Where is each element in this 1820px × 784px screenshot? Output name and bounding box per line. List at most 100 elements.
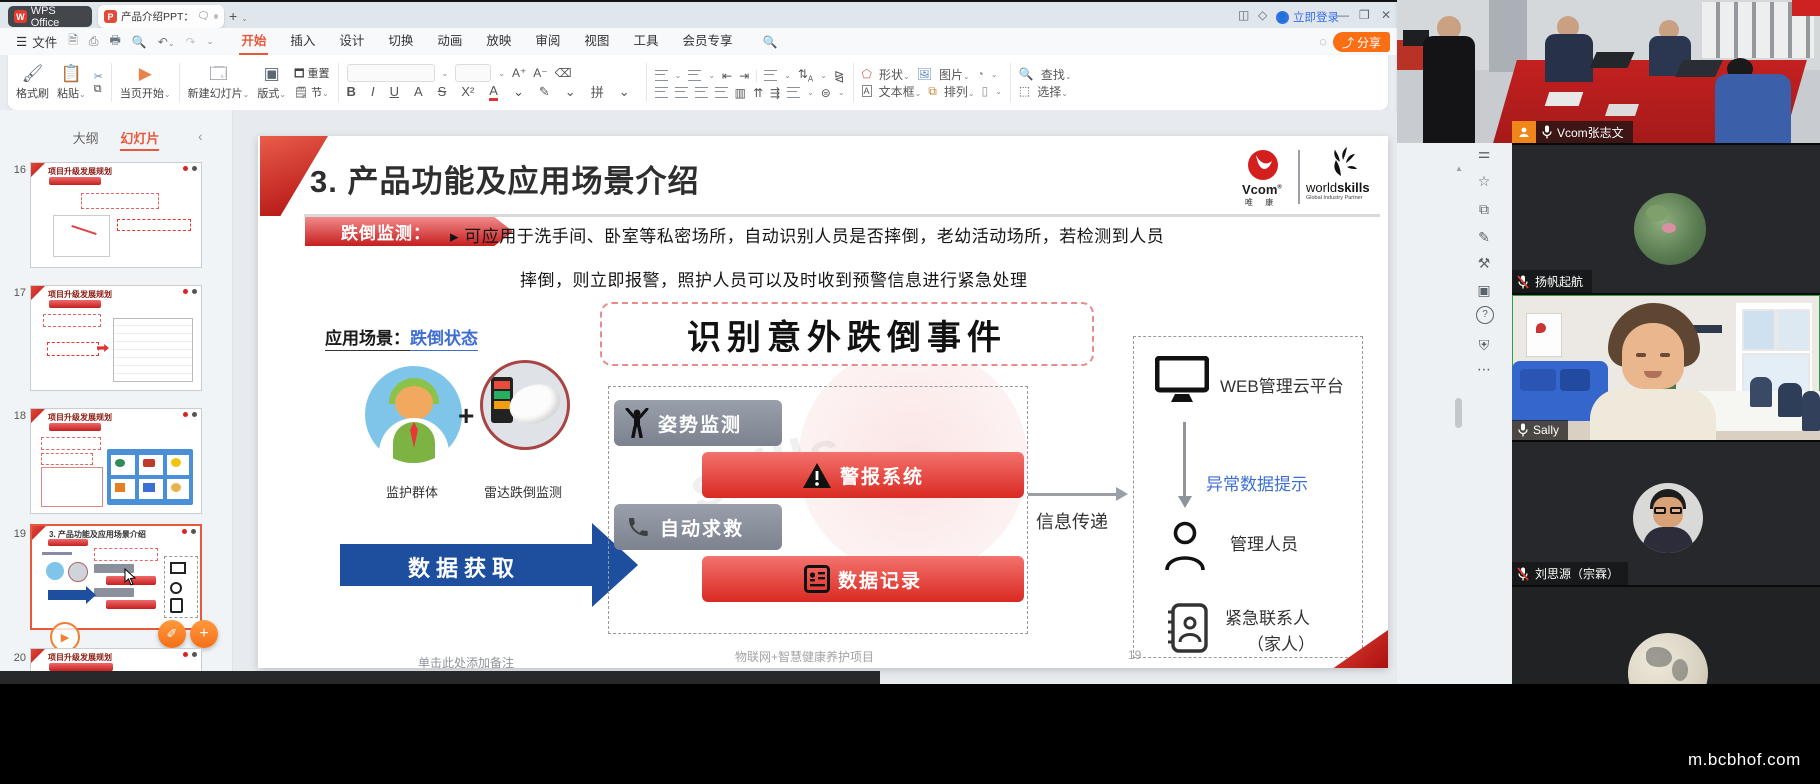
char-spacing-button[interactable]: A [414,84,423,99]
toolbox-icon[interactable]: ⚒ [1473,252,1495,274]
bullet-line-2[interactable]: 摔倒，则立即报警，照护人员可以及时收到预警信息进行紧急处理 [520,266,1280,291]
print-icon[interactable]: 🖶 [110,31,121,52]
align-right-button[interactable] [695,87,708,98]
pinyin-button[interactable]: 拼 [591,82,604,101]
convert-smartart-button[interactable]: ⧎ [834,69,844,83]
underline-button[interactable]: U [390,84,399,99]
restore-button[interactable]: ❐ [1359,9,1370,21]
align-justify-button[interactable] [715,87,728,98]
decrease-font-button[interactable]: A⁻ [533,66,547,80]
alert-hint-label[interactable]: 异常数据提示 [1206,470,1308,495]
scrollbar-thumb[interactable] [1455,398,1462,428]
tab-member[interactable]: 会员专享 [670,28,744,55]
notes-hint[interactable]: 单击此处添加备注 [418,654,514,671]
event-box[interactable]: 识别意外跌倒事件 [600,302,1094,366]
columns-button[interactable]: ▥ [735,86,746,100]
slide-thumbnail-16[interactable]: 项目升级发展规划 [30,162,202,268]
arrange-button[interactable]: 排列⌄ [944,83,975,100]
play-from-current-button[interactable]: ▶ 当页开始⌄ [120,65,171,101]
format-painter-button[interactable]: 🖌 格式刷 [16,65,49,101]
find-button[interactable]: 查找⌄ [1041,66,1072,83]
new-tab-button[interactable]: + ⌄ [229,8,248,24]
quickbar-chevron-icon[interactable]: ⌄ [207,37,214,46]
new-slide-button[interactable]: 🗔 新建幻灯片⌄ [188,65,250,101]
print-preview-icon[interactable]: 🔍 [132,35,147,49]
tab-slides[interactable]: 幻灯片 [120,131,159,151]
tab-insert[interactable]: 插入 [278,28,327,55]
chart-icon[interactable]: ◔ [977,67,984,81]
skin-icon[interactable]: ◇ [1258,9,1267,21]
redo-icon[interactable]: ↷ [186,35,196,49]
tab-animation[interactable]: 动画 [425,28,474,55]
undo-icon[interactable]: ↶⌄ [158,35,175,49]
close-button[interactable]: ✕ [1381,9,1391,21]
align-left-button[interactable] [655,87,668,98]
reset-button[interactable]: 🗖 重置 [294,65,330,84]
valign-top-button[interactable]: ⇈ [753,86,763,100]
shapes-button[interactable]: 形状⌄ [879,66,910,83]
split-view-icon[interactable]: ◫ [1238,9,1249,21]
video-tile-partial[interactable] [1512,587,1820,684]
bold-button[interactable]: B [347,84,356,99]
export-icon[interactable]: ⎙ [89,34,99,49]
tab-home[interactable]: 开始 [229,28,278,55]
tab-review[interactable]: 审阅 [523,28,572,55]
valign-mid-button[interactable]: ⇶ [770,86,780,100]
tab-design[interactable]: 设计 [327,28,376,55]
superscript-button[interactable]: X² [461,84,474,99]
activity-icon[interactable]: ⛨ [1473,334,1495,356]
cut-button[interactable]: ✂ [94,70,103,83]
placeholder-icon[interactable]: ▯ [982,84,989,98]
font-name-select[interactable] [347,64,435,82]
tab-tools[interactable]: 工具 [621,28,670,55]
settings-icon[interactable]: ◌ [1319,34,1327,49]
slide-thumbnail-17[interactable]: 项目升级发展规划 [30,285,202,391]
annotate-icon[interactable]: ✎ [1473,226,1495,248]
textbox-button[interactable]: 文本框⌄ [879,83,922,100]
font-size-select[interactable] [455,64,491,82]
add-slide-button[interactable]: + [190,620,218,648]
switch-window-icon[interactable]: ⧉ [1473,198,1495,220]
slide-title[interactable]: 3. 产品功能及应用场景介绍 [310,156,699,201]
data-record-button[interactable]: 数据记录 [702,556,1024,602]
favorites-icon[interactable]: ☆ [1473,170,1495,192]
minimize-button[interactable]: — [1337,9,1349,21]
align-center-button[interactable] [675,87,688,98]
alarm-button[interactable]: 警报系统 [702,452,1024,498]
document-tab[interactable]: P 产品介绍PPT：智慧健康养护 🗨 [98,5,224,28]
indent-button[interactable]: ⇥ [739,69,749,83]
login-button[interactable]: 👤 立即登录 [1276,9,1339,25]
slide-thumbnail-19-selected[interactable]: 3. 产品功能及应用场景介绍 [30,524,202,630]
increase-font-button[interactable]: A⁺ [512,66,526,80]
tab-outline[interactable]: 大纲 [73,131,99,146]
video-tile-sally[interactable]: Sally [1512,295,1820,440]
posture-button[interactable]: 姿势监测 [614,400,782,446]
select-button[interactable]: 选择⌄ [1037,83,1068,100]
outdent-button[interactable]: ⇤ [722,69,732,83]
scene-link[interactable]: 跌倒状态 [410,329,478,351]
more-icon[interactable]: ⋯ [1473,358,1495,380]
text-direction-button[interactable]: ⇅A [798,67,813,83]
search-icon[interactable]: 🔍 [762,35,777,49]
file-menu[interactable]: ☰ 文件 [16,32,57,51]
copy-button[interactable]: ⧉ [94,83,103,96]
wps-home-tab[interactable]: W WPS Office [8,6,92,27]
distribute-button[interactable]: ⊜ [821,86,831,100]
number-list-button[interactable] [688,70,701,81]
strike-button[interactable]: S [438,84,447,99]
help-icon[interactable]: ? [1476,306,1494,324]
auto-sos-button[interactable]: 自动求救 [614,504,782,550]
save-icon[interactable]: 🗎 [68,31,78,52]
highlight-button[interactable]: ✎ [539,84,550,100]
properties-icon[interactable]: ⚌ [1473,142,1495,164]
line-spacing-button[interactable] [764,70,777,81]
scene-label[interactable]: 应用场景：跌倒状态 [325,324,478,349]
collapse-panel-icon[interactable]: ‹ [198,128,203,144]
paste-button[interactable]: 📋 粘贴⌄ [57,65,86,101]
layout-button[interactable]: ▣ 版式⌄ [257,65,286,101]
italic-button[interactable]: I [371,84,375,99]
picture-button[interactable]: 图片⌄ [939,66,970,83]
tab-view[interactable]: 视图 [572,28,621,55]
clear-format-button[interactable]: ⌫ [555,66,572,80]
slide-thumbnail-18[interactable]: 项目升级发展规划 [30,408,202,514]
